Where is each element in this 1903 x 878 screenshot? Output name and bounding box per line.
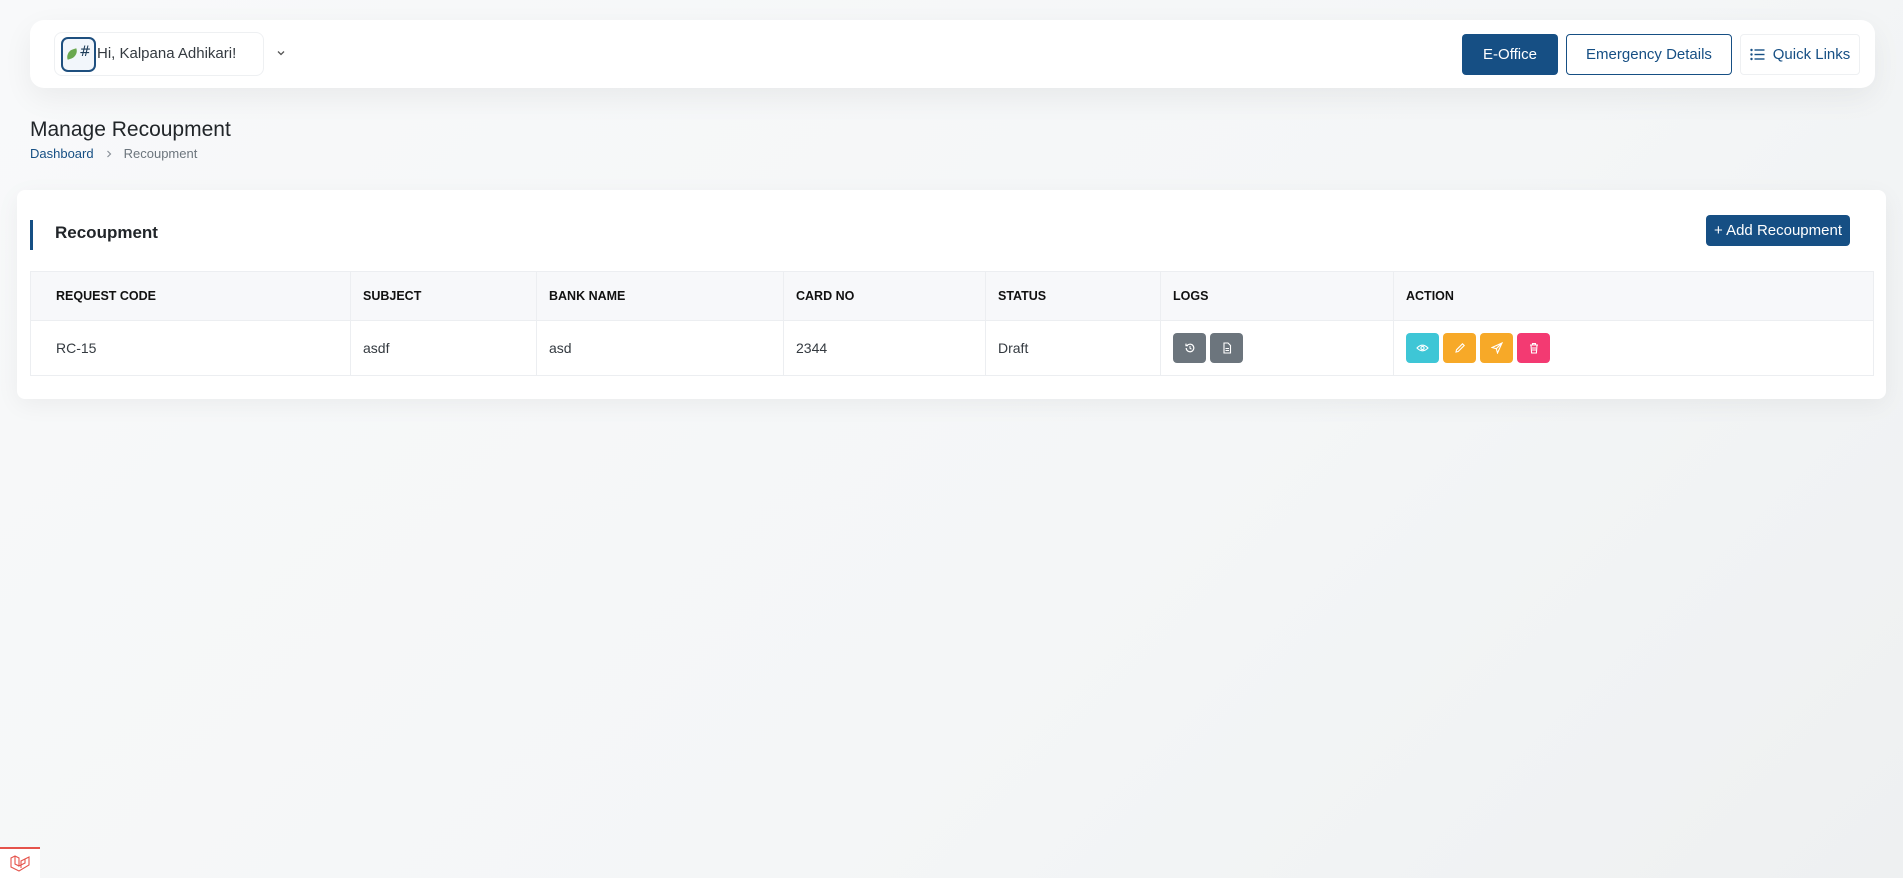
chevron-right-icon [106, 150, 111, 157]
top-navbar: # Hi, Kalpana Adhikari! E-Office Emergen… [30, 20, 1875, 88]
view-button[interactable] [1406, 333, 1439, 363]
breadcrumb-dashboard-link[interactable]: Dashboard [30, 146, 94, 161]
broken-image-icon [64, 48, 80, 60]
breadcrumb: Dashboard Recoupment [30, 146, 197, 161]
col-logs: LOGS [1160, 271, 1394, 321]
col-card-no: CARD NO [783, 271, 986, 321]
quick-links-button[interactable]: Quick Links [1740, 34, 1860, 75]
cell-card-no: 2344 [783, 320, 986, 376]
list-icon [1750, 48, 1765, 61]
document-icon [1222, 342, 1231, 354]
col-subject: SUBJECT [350, 271, 537, 321]
col-bank-name: BANK NAME [536, 271, 784, 321]
breadcrumb-current: Recoupment [123, 146, 198, 161]
framework-logo [0, 847, 40, 878]
cell-logs [1160, 320, 1394, 376]
document-log-button[interactable] [1210, 333, 1243, 363]
cell-status: Draft [985, 320, 1161, 376]
edit-button[interactable] [1443, 333, 1476, 363]
trash-icon [1529, 343, 1538, 354]
page-title: Manage Recoupment [30, 118, 231, 141]
user-avatar: # [61, 37, 96, 72]
cell-subject: asdf [350, 320, 537, 376]
quick-links-label: Quick Links [1772, 46, 1851, 63]
delete-button[interactable] [1517, 333, 1550, 363]
recoupment-card: Recoupment + Add Recoupment REQUEST CODE… [17, 190, 1886, 399]
cell-bank-name: asd [536, 320, 784, 376]
send-button[interactable] [1480, 333, 1513, 363]
chevron-down-icon[interactable] [276, 48, 286, 58]
history-log-button[interactable] [1173, 333, 1206, 363]
cell-actions [1393, 320, 1874, 376]
table-header-row: REQUEST CODE SUBJECT BANK NAME CARD NO S… [30, 271, 1874, 321]
pencil-icon [1454, 343, 1465, 353]
hash-glyph: # [79, 44, 91, 60]
history-icon [1184, 343, 1194, 353]
cell-request-code: RC-15 [30, 320, 351, 376]
card-title-accent [30, 220, 33, 250]
add-recoupment-button[interactable]: + Add Recoupment [1706, 215, 1850, 246]
eye-icon [1416, 344, 1429, 352]
col-status: STATUS [985, 271, 1161, 321]
laravel-logo-icon [10, 854, 30, 872]
recoupment-table: REQUEST CODE SUBJECT BANK NAME CARD NO S… [30, 271, 1874, 376]
emergency-details-button[interactable]: Emergency Details [1566, 34, 1732, 75]
card-title: Recoupment [55, 223, 158, 242]
col-action: ACTION [1393, 271, 1874, 321]
user-greeting: Hi, Kalpana Adhikari! [97, 45, 237, 62]
col-request-code: REQUEST CODE [30, 271, 351, 321]
eoffice-button[interactable]: E-Office [1462, 34, 1558, 75]
table-row: RC-15 asdf asd 2344 Draft [30, 320, 1874, 376]
send-icon [1490, 342, 1503, 354]
